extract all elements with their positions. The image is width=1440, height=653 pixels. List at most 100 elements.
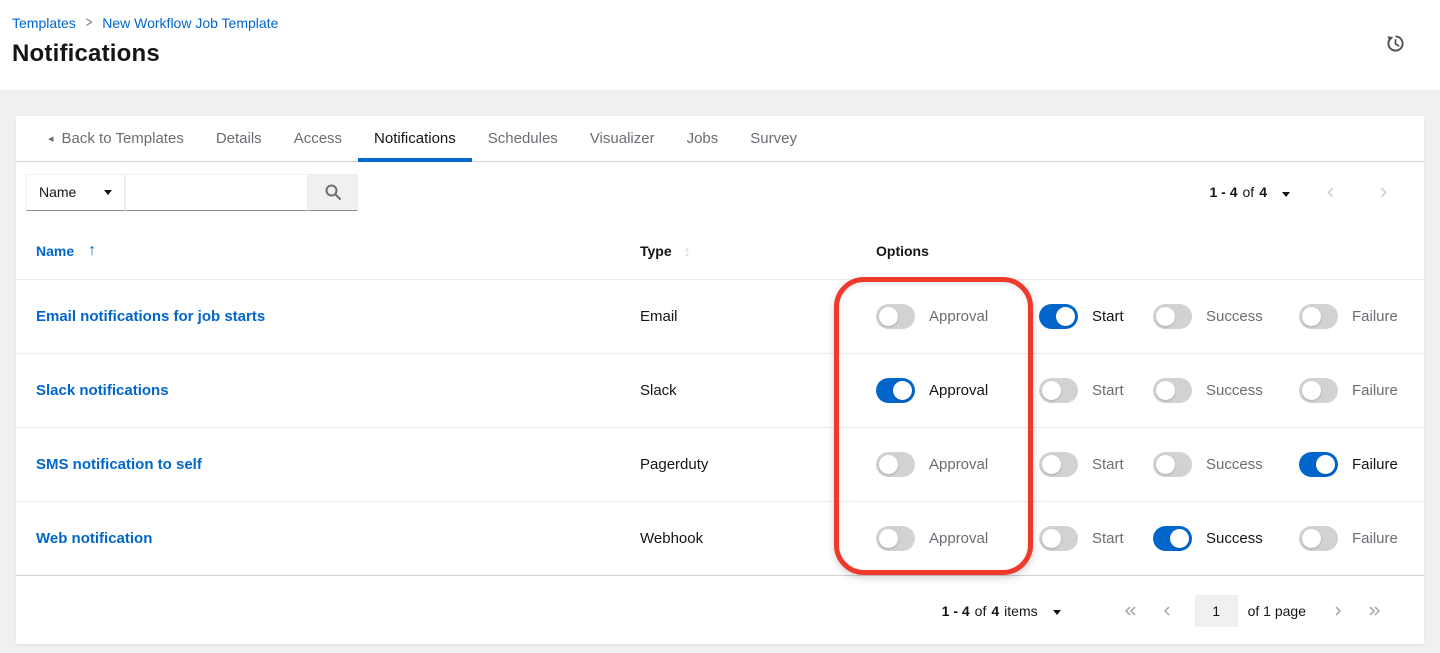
list-toolbar: Name 1 - 4 of 4 [16, 162, 1424, 222]
tab-details[interactable]: Details [200, 116, 278, 161]
toggle-knob [1170, 529, 1189, 548]
table-row: SMS notification to self Pagerduty Appro… [16, 427, 1424, 501]
failure-toggle[interactable] [1299, 304, 1338, 329]
notification-type: Slack [624, 382, 860, 399]
tab-visualizer[interactable]: Visualizer [574, 116, 671, 161]
approval-toggle[interactable] [876, 526, 915, 551]
notification-options: Approval Start Success Failure [860, 526, 1424, 551]
success-toggle-label: Success [1206, 530, 1263, 547]
column-header-options: Options [860, 243, 1424, 259]
tab-back-to-templates[interactable]: ◂ Back to Templates [32, 116, 200, 161]
page-header: Templates > New Workflow Job Template No… [0, 0, 1440, 90]
pagination-of: of [1243, 184, 1255, 200]
tab-survey[interactable]: Survey [734, 116, 813, 161]
prev-page-button[interactable] [1157, 603, 1177, 619]
breadcrumb-current-link[interactable]: New Workflow Job Template [102, 15, 278, 31]
success-toggle[interactable] [1153, 304, 1192, 329]
table-header: Name ↑ Type ↕ Options [16, 222, 1424, 279]
per-page-dropdown[interactable] [1278, 181, 1294, 204]
toggle-knob [1302, 529, 1321, 548]
page-of-label: of 1 page [1248, 603, 1306, 619]
success-toggle[interactable] [1153, 378, 1192, 403]
tab-notifications[interactable]: Notifications [358, 116, 472, 161]
top-pagination-summary: 1 - 4 of 4 [1210, 181, 1295, 204]
items-range: 1 - 4 [942, 603, 970, 619]
approval-toggle-label: Approval [929, 382, 988, 399]
search-icon [324, 183, 342, 201]
notification-type: Pagerduty [624, 456, 860, 473]
toggle-knob [1056, 307, 1075, 326]
tab-label: Notifications [374, 130, 456, 147]
start-toggle[interactable] [1039, 452, 1078, 477]
notification-name-link[interactable]: SMS notification to self [36, 456, 202, 473]
filter-key-dropdown[interactable]: Name [26, 174, 125, 211]
items-word: items [1004, 603, 1037, 619]
start-toggle[interactable] [1039, 304, 1078, 329]
success-toggle[interactable] [1153, 526, 1192, 551]
toggle-knob [1302, 381, 1321, 400]
per-page-dropdown[interactable] [1049, 599, 1065, 622]
start-toggle[interactable] [1039, 378, 1078, 403]
table-row: Web notification Webhook Approval Start … [16, 501, 1424, 575]
notification-name-link[interactable]: Web notification [36, 530, 152, 547]
filter-key-label: Name [39, 184, 76, 200]
chevron-down-icon [1282, 192, 1290, 197]
toggle-knob [879, 307, 898, 326]
approval-toggle-label: Approval [929, 456, 988, 473]
toggle-knob [879, 455, 898, 474]
approval-toggle-label: Approval [929, 530, 988, 547]
page-navigation: of 1 page [1111, 595, 1394, 627]
column-label: Type [640, 243, 672, 259]
tab-schedules[interactable]: Schedules [472, 116, 574, 161]
approval-toggle[interactable] [876, 378, 915, 403]
success-toggle[interactable] [1153, 452, 1192, 477]
tab-label: Access [294, 130, 342, 147]
prev-page-button[interactable] [1320, 184, 1341, 201]
column-label: Name [36, 243, 74, 259]
toggle-knob [879, 529, 898, 548]
notification-name-link[interactable]: Email notifications for job starts [36, 308, 265, 325]
start-toggle-label: Start [1092, 456, 1124, 473]
approval-toggle[interactable] [876, 304, 915, 329]
history-icon[interactable] [1384, 30, 1410, 56]
tab-access[interactable]: Access [278, 116, 358, 161]
tab-jobs[interactable]: Jobs [671, 116, 735, 161]
notification-options: Approval Start Success Failure [860, 378, 1424, 403]
notification-name-link[interactable]: Slack notifications [36, 382, 169, 399]
next-page-button[interactable] [1373, 184, 1394, 201]
search-button[interactable] [308, 174, 358, 211]
items-summary: 1 - 4 of 4 items [942, 599, 1065, 622]
start-toggle-label: Start [1092, 530, 1124, 547]
failure-toggle-label: Failure [1352, 530, 1398, 547]
tab-label: Details [216, 130, 262, 147]
tab-label: Visualizer [590, 130, 655, 147]
last-page-button[interactable] [1364, 603, 1386, 619]
column-header-name[interactable]: Name ↑ [16, 242, 624, 260]
breadcrumb-templates-link[interactable]: Templates [12, 15, 76, 31]
chevron-down-icon [104, 190, 112, 195]
search-input[interactable] [125, 174, 308, 211]
notification-options: Approval Start Success Failure [860, 304, 1424, 329]
first-page-button[interactable] [1119, 603, 1141, 619]
pagination-range: 1 - 4 [1210, 184, 1238, 200]
column-header-type[interactable]: Type ↕ [624, 243, 860, 259]
table-row: Slack notifications Slack Approval Start… [16, 353, 1424, 427]
failure-toggle[interactable] [1299, 452, 1338, 477]
next-page-button[interactable] [1328, 603, 1348, 619]
start-toggle-label: Start [1092, 382, 1124, 399]
back-caret-icon: ◂ [48, 132, 54, 145]
toggle-knob [1042, 529, 1061, 548]
start-toggle[interactable] [1039, 526, 1078, 551]
failure-toggle-label: Failure [1352, 382, 1398, 399]
page-number-input[interactable] [1195, 595, 1238, 627]
toggle-knob [1156, 307, 1175, 326]
approval-toggle-label: Approval [929, 308, 988, 325]
failure-toggle[interactable] [1299, 378, 1338, 403]
breadcrumb-separator-icon: > [86, 15, 92, 31]
failure-toggle[interactable] [1299, 526, 1338, 551]
success-toggle-label: Success [1206, 456, 1263, 473]
success-toggle-label: Success [1206, 308, 1263, 325]
success-toggle-label: Success [1206, 382, 1263, 399]
items-total: 4 [991, 603, 999, 619]
approval-toggle[interactable] [876, 452, 915, 477]
